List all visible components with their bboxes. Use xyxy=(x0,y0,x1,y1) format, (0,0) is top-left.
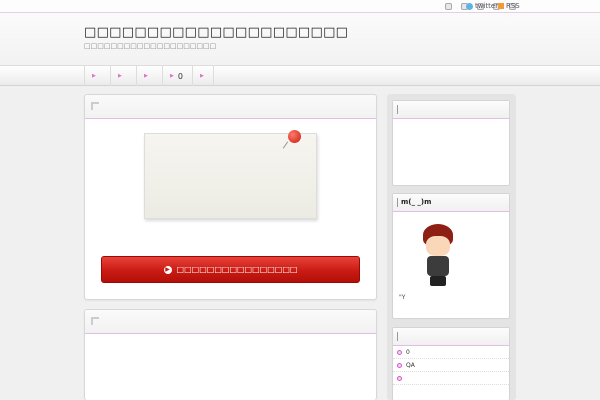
rss-label: RSS xyxy=(506,2,520,10)
corner-icon xyxy=(91,102,99,110)
site-header: □□□□□□□□□□□□□□□□□□□□□ □□□□□□□□□□□□□□□□□□… xyxy=(0,13,600,66)
nav-item-4[interactable]: ▶ 0 xyxy=(162,66,192,86)
bookmark-icon[interactable] xyxy=(445,3,452,10)
nav-item-1[interactable]: ▶ xyxy=(84,66,110,86)
widget-1-header xyxy=(393,101,509,119)
list-item[interactable] xyxy=(393,372,509,385)
chevron-right-icon: ▶ xyxy=(92,73,96,79)
chevron-right-icon: ▶ xyxy=(144,73,148,79)
twitter-label: twitter xyxy=(475,2,499,10)
chevron-right-icon: ▶ xyxy=(200,73,204,79)
nav-item-3[interactable]: ▶ xyxy=(136,66,162,86)
widget-3-header xyxy=(393,328,509,346)
list-item[interactable]: QA xyxy=(393,359,509,372)
arrow-circle-icon: ▶ xyxy=(163,265,172,274)
corner-icon xyxy=(91,317,99,325)
nav-item-label: 0 xyxy=(177,71,183,81)
site-title[interactable]: □□□□□□□□□□□□□□□□□□□□□ xyxy=(84,25,348,40)
nav-item-2[interactable]: ▶ xyxy=(110,66,136,86)
chevron-right-icon: ▶ xyxy=(170,73,174,79)
list-item-label: QA xyxy=(406,361,415,369)
main-panel-header xyxy=(85,95,376,119)
sidebar: m(_ _)m "Y 0 QA xyxy=(387,94,516,400)
pin-stem xyxy=(282,141,289,149)
chevron-right-icon: ▶ xyxy=(118,73,122,79)
top-bar: twitter RSS xyxy=(0,0,600,13)
twitter-icon xyxy=(466,2,473,10)
sidebar-widget-3: 0 QA xyxy=(392,327,510,400)
list-item[interactable]: 0 xyxy=(393,346,509,359)
header-bar-mark xyxy=(397,332,398,341)
site-description: □□□□□□□□□□□□□□□□□□□□ xyxy=(84,42,217,50)
rss-icon xyxy=(498,3,504,9)
header-bar-mark xyxy=(397,198,398,207)
widget-3-list: 0 QA xyxy=(393,346,509,385)
main-nav: ▶ ▶ ▶ ▶ 0 ▶ xyxy=(0,66,600,86)
second-panel xyxy=(84,309,377,400)
second-panel-header xyxy=(85,310,376,334)
pinned-note-image xyxy=(144,130,317,219)
sidebar-widget-1 xyxy=(392,100,510,186)
header-bar-mark xyxy=(397,105,398,114)
avatar xyxy=(415,224,463,288)
cta-button-label: □□□□□□□□□□□□□□□□ xyxy=(176,265,298,274)
cta-button[interactable]: ▶ □□□□□□□□□□□□□□□□ xyxy=(101,256,360,283)
bullet-icon xyxy=(397,375,402,381)
sidebar-widget-2: m(_ _)m "Y xyxy=(392,193,510,319)
widget-2-caption: "Y xyxy=(399,294,406,301)
widget-2-title: m(_ _)m xyxy=(401,198,432,206)
list-item-label: 0 xyxy=(406,348,410,356)
widget-2-header: m(_ _)m xyxy=(393,194,509,212)
bullet-icon xyxy=(397,349,402,355)
rss-link[interactable]: RSS xyxy=(498,2,520,10)
bullet-icon xyxy=(397,362,402,368)
twitter-link[interactable]: twitter xyxy=(466,2,498,10)
main-panel: ▶ □□□□□□□□□□□□□□□□ xyxy=(84,94,377,300)
pushpin-icon xyxy=(288,130,301,143)
nav-item-5[interactable]: ▶ xyxy=(192,66,214,86)
